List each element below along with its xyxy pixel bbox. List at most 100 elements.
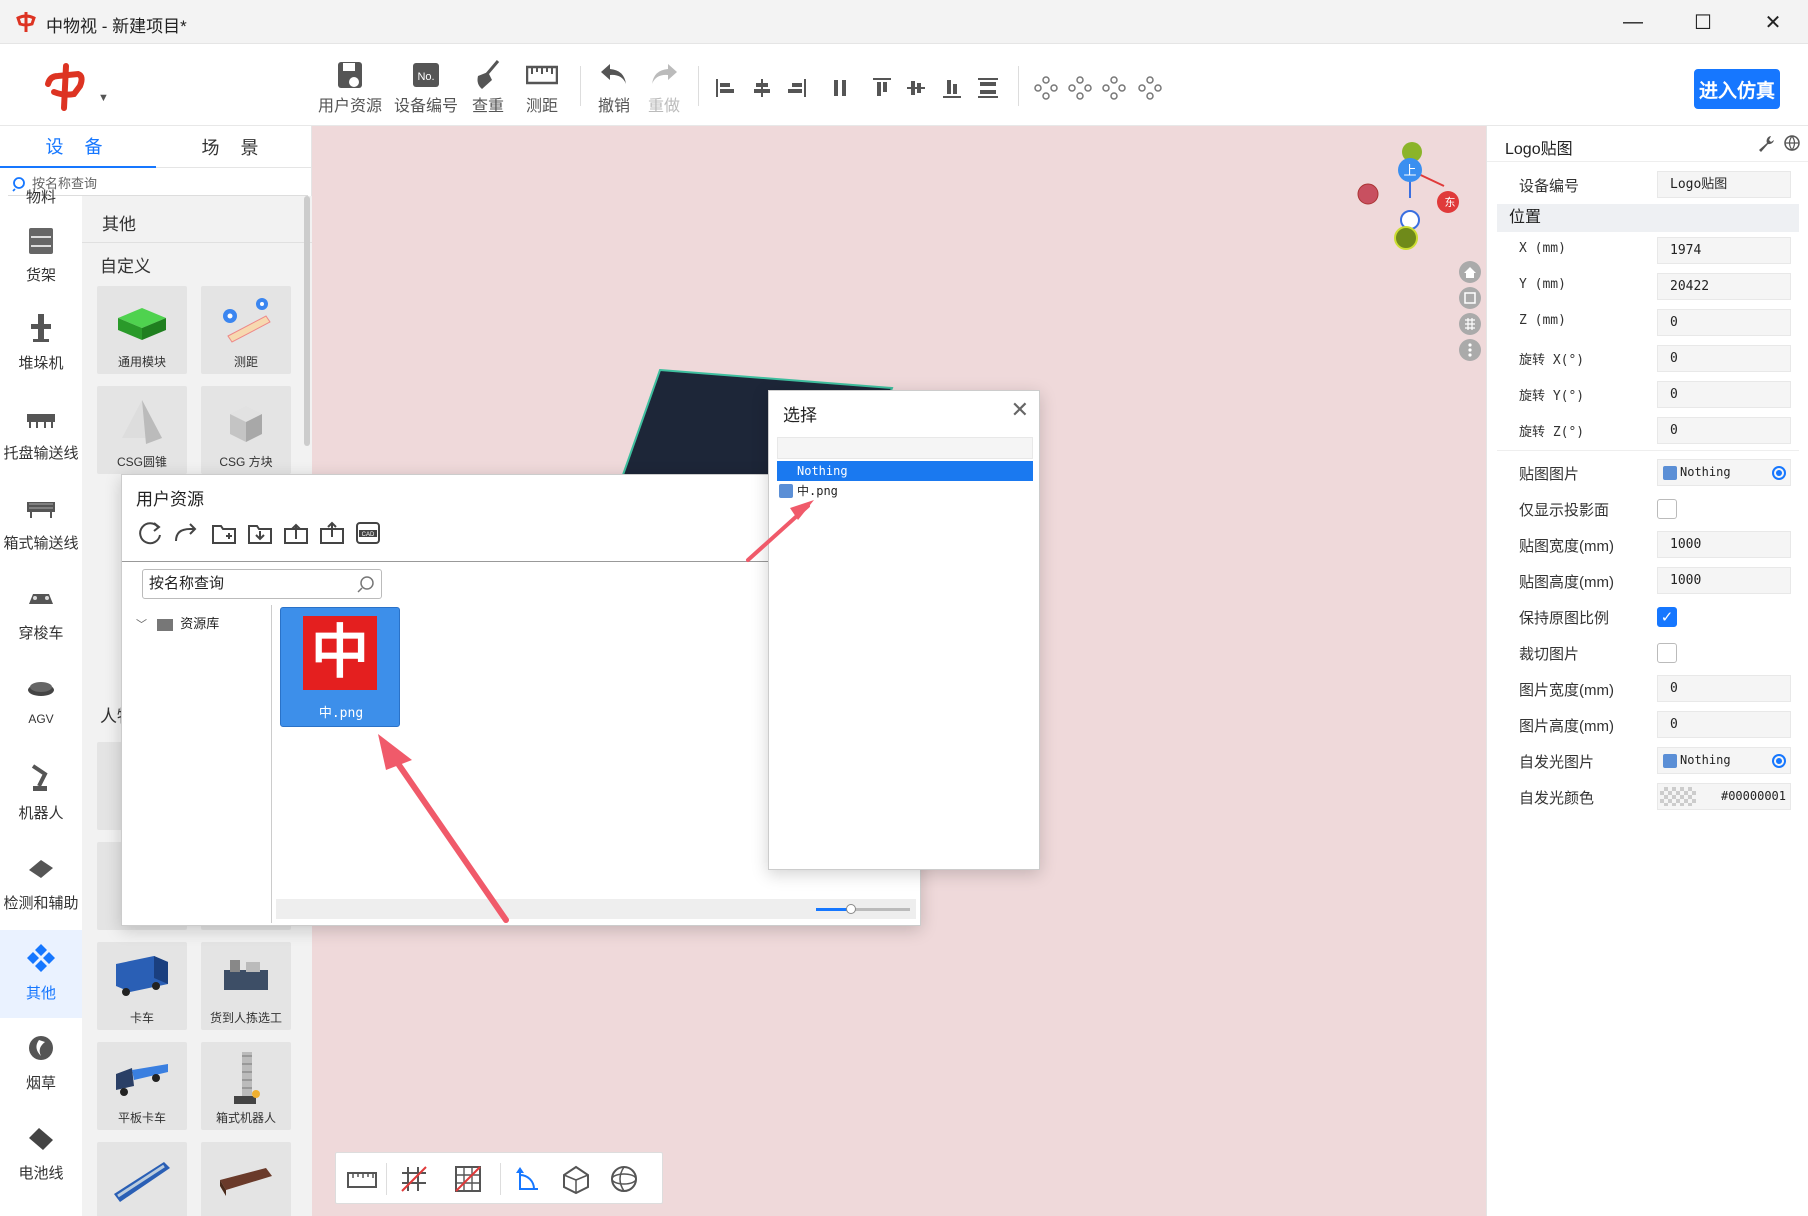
prop-input[interactable]: 0 — [1657, 345, 1791, 372]
device-card[interactable] — [97, 1142, 187, 1216]
prop-input[interactable]: 0 — [1657, 381, 1791, 408]
device-area-scrollbar[interactable] — [304, 196, 310, 446]
device-card[interactable]: 箱式机器人 — [201, 1042, 291, 1130]
close-icon[interactable]: ✕ — [1011, 397, 1029, 423]
undo-button[interactable]: 撤销 — [598, 58, 630, 116]
position-section[interactable]: 位置 — [1497, 204, 1799, 232]
picker-target-icon[interactable] — [1772, 754, 1786, 768]
search-icon[interactable] — [357, 575, 375, 593]
category-tobacco[interactable]: 烟草 — [0, 1020, 82, 1108]
category-agv[interactable]: AGV — [0, 660, 82, 748]
grid-view-icon[interactable] — [1458, 312, 1482, 336]
picker-target-icon[interactable] — [1772, 466, 1786, 480]
resource-search-input[interactable]: 按名称查询 — [142, 569, 382, 599]
perspective-icon[interactable] — [560, 1163, 592, 1195]
tree-node-library[interactable]: ﹀ 资源库 — [136, 613, 219, 632]
distribute-h-icon[interactable] — [828, 76, 852, 100]
chevron-down-icon[interactable]: ﹀ — [136, 619, 147, 631]
select-option[interactable]: 中.png — [777, 481, 1033, 501]
category-box-conveyor[interactable]: 箱式输送线 — [0, 480, 82, 568]
snap-grid-off-icon[interactable] — [452, 1163, 484, 1195]
category-detection[interactable]: 检测和辅助 — [0, 840, 82, 928]
measure-button[interactable]: 测距 — [526, 58, 558, 116]
cad-icon[interactable]: CAD — [354, 519, 382, 547]
maximize-button[interactable]: ☐ — [1668, 0, 1738, 44]
shadow-only-checkbox[interactable] — [1657, 499, 1677, 519]
tex-height-input[interactable]: 1000 — [1657, 567, 1791, 594]
device-card[interactable]: 测距 — [201, 286, 291, 374]
category-shuttle[interactable]: 穿梭车 — [0, 570, 82, 658]
emissive-color-input[interactable]: #00000001 — [1657, 783, 1791, 810]
prop-input[interactable]: 1974 — [1657, 237, 1791, 264]
sphere-view-icon[interactable] — [608, 1163, 640, 1195]
prop-input[interactable]: 20422 — [1657, 273, 1791, 300]
align-center-h-icon[interactable] — [750, 76, 774, 100]
align-left-icon[interactable] — [714, 76, 738, 100]
zoom-slider[interactable] — [816, 904, 910, 914]
texture-picker[interactable]: Nothing — [1657, 459, 1791, 486]
keep-ratio-checkbox[interactable]: ✓ — [1657, 607, 1677, 627]
refresh-icon[interactable] — [136, 519, 164, 547]
duplicate-check-button[interactable]: 查重 — [472, 58, 504, 116]
globe-icon[interactable] — [1783, 134, 1801, 152]
import-icon[interactable] — [246, 519, 274, 547]
home-view-icon[interactable] — [1458, 260, 1482, 284]
rotate-axis-icon[interactable] — [512, 1163, 544, 1195]
align-bottom-icon[interactable] — [940, 76, 964, 100]
brand-logo-icon[interactable] — [40, 62, 90, 112]
emissive-picker[interactable]: Nothing — [1657, 747, 1791, 774]
orientation-gizmo[interactable]: 上 东 — [1352, 140, 1472, 250]
layout-ring-icon[interactable] — [1068, 76, 1092, 100]
img-height-input[interactable]: 0 — [1657, 711, 1791, 738]
device-card[interactable]: 通用模块 — [97, 286, 187, 374]
device-number-button[interactable]: No. 设备编号 — [394, 58, 458, 116]
more-options-icon[interactable] — [1458, 338, 1482, 362]
category-battery-line[interactable]: 电池线 — [0, 1110, 82, 1198]
device-card[interactable] — [201, 1142, 291, 1216]
align-middle-icon[interactable] — [904, 76, 928, 100]
align-top-icon[interactable] — [870, 76, 894, 100]
device-card[interactable]: CSG 方块 — [201, 386, 291, 474]
redo-button[interactable]: 重做 — [648, 58, 680, 116]
ruler-icon[interactable] — [346, 1165, 378, 1193]
new-folder-icon[interactable] — [210, 519, 238, 547]
tex-width-input[interactable]: 1000 — [1657, 531, 1791, 558]
crop-checkbox[interactable] — [1657, 643, 1677, 663]
device-card[interactable]: 货到人拣选工 — [201, 942, 291, 1030]
category-other[interactable]: 其他 — [0, 930, 82, 1018]
align-right-icon[interactable] — [784, 76, 808, 100]
minimize-button[interactable]: — — [1598, 0, 1668, 44]
layout-grid-icon[interactable] — [1034, 76, 1058, 100]
zoom-slider-handle[interactable] — [846, 904, 856, 914]
device-label: 平板卡车 — [117, 1111, 166, 1125]
select-option[interactable]: Nothing — [777, 461, 1033, 481]
close-button[interactable]: ✕ — [1738, 0, 1808, 44]
device-card[interactable]: 卡车 — [97, 942, 187, 1030]
category-shelves[interactable]: 货架 — [0, 212, 82, 300]
cube-view-icon[interactable] — [1458, 286, 1482, 310]
prop-input[interactable]: 0 — [1657, 417, 1791, 444]
export-icon[interactable] — [282, 519, 310, 547]
user-resources-button[interactable]: 用户资源 — [318, 58, 382, 116]
prop-input[interactable]: 0 — [1657, 309, 1791, 336]
enter-simulation-button[interactable]: 进入仿真 — [1694, 69, 1780, 109]
device-card[interactable]: 平板卡车 — [97, 1042, 187, 1130]
chevron-down-icon[interactable]: ▼ — [98, 92, 109, 104]
device-card[interactable]: CSG圆锥 — [97, 386, 187, 474]
layout-cross-icon[interactable] — [1102, 76, 1126, 100]
resource-file-tile[interactable]: 中 中.png — [280, 607, 400, 727]
redo-icon[interactable] — [172, 519, 200, 547]
category-materials[interactable]: 物料 — [0, 156, 82, 212]
img-width-input[interactable]: 0 — [1657, 675, 1791, 702]
layout-diamond-icon[interactable] — [1138, 76, 1162, 100]
tab-scene[interactable]: 场 景 — [156, 126, 312, 168]
grid-off-icon[interactable] — [398, 1163, 430, 1195]
upload-icon[interactable] — [318, 519, 346, 547]
distribute-v-icon[interactable] — [976, 76, 1000, 100]
category-pallet-conveyor[interactable]: 托盘输送线 — [0, 390, 82, 478]
device-code-input[interactable]: Logo贴图 — [1657, 171, 1791, 198]
category-robot[interactable]: 机器人 — [0, 750, 82, 838]
category-stacker[interactable]: 堆垛机 — [0, 300, 82, 388]
select-search-input[interactable] — [777, 437, 1033, 459]
wrench-icon[interactable] — [1757, 134, 1775, 152]
